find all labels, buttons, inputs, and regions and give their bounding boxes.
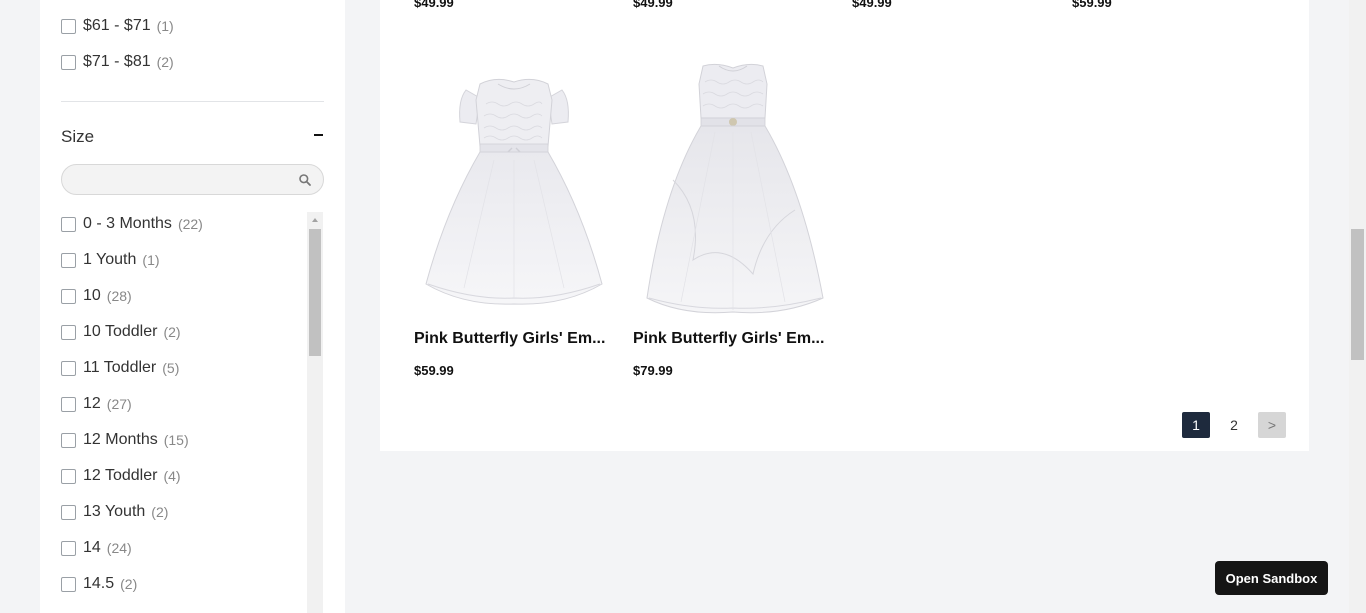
size-option-label: 14.5 (83, 575, 115, 592)
size-filter-option[interactable]: 13 Youth (2) (61, 502, 168, 522)
product-card[interactable]: Pink Butterfly Girls' Em... $79.99 (633, 60, 833, 378)
size-checkbox[interactable] (61, 576, 76, 592)
product-price: $49.99 (414, 0, 454, 10)
page-scrollbar[interactable] (1349, 0, 1366, 613)
size-checkbox[interactable] (61, 288, 76, 304)
product-price: $49.99 (633, 0, 673, 10)
size-option-label: 12 (83, 395, 101, 412)
size-option-count: (2) (120, 576, 138, 592)
product-price: $49.99 (852, 0, 892, 10)
size-filter-option[interactable]: 12 (27) (61, 394, 132, 414)
size-filter-option[interactable]: 12 Months (15) (61, 430, 189, 450)
size-checkbox[interactable] (61, 252, 76, 268)
size-option-count: (27) (106, 396, 132, 412)
size-option-label: 10 Toddler (83, 323, 158, 340)
size-filter-option[interactable]: 0 - 3 Months (22) (61, 214, 203, 234)
price-option-label: $61 - $71 (83, 17, 151, 34)
size-checkbox[interactable] (61, 216, 76, 232)
size-option-count: (28) (106, 288, 132, 304)
size-checkbox[interactable] (61, 360, 76, 376)
price-checkbox[interactable] (61, 18, 76, 34)
price-option-count: (1) (156, 18, 174, 34)
size-option-count: (2) (163, 324, 181, 340)
size-checkbox[interactable] (61, 504, 76, 520)
scroll-up-arrow-icon[interactable] (307, 212, 323, 228)
price-filter-option[interactable]: $71 - $81 (2) (61, 52, 174, 72)
size-option-count: (2) (151, 504, 169, 520)
size-option-label: 11 Toddler (83, 359, 157, 376)
price-option-count: (2) (156, 54, 174, 70)
product-price: $79.99 (633, 363, 673, 378)
size-option-count: (15) (163, 432, 189, 448)
size-checkbox[interactable] (61, 324, 76, 340)
size-option-label: 14 (83, 539, 101, 556)
size-option-label: 12 Months (83, 431, 158, 448)
product-price: $59.99 (1072, 0, 1112, 10)
size-checkbox[interactable] (61, 540, 76, 556)
size-filter-option[interactable]: 10 Toddler (2) (61, 322, 181, 342)
size-option-count: (24) (106, 540, 132, 556)
price-option-label: $71 - $81 (83, 53, 151, 70)
size-filter-title: Size (61, 127, 95, 146)
size-checkbox[interactable] (61, 468, 76, 484)
size-option-label: 0 - 3 Months (83, 215, 172, 232)
size-option-count: (22) (177, 216, 203, 232)
size-options-list: 0 - 3 Months (22) 1 Youth (1) 10 (28) 10… (40, 212, 323, 613)
open-sandbox-button[interactable]: Open Sandbox (1215, 561, 1328, 595)
product-image[interactable] (414, 60, 614, 318)
size-filter-option[interactable]: 12 Toddler (4) (61, 466, 181, 486)
minus-icon (314, 134, 323, 136)
size-option-label: 13 Youth (83, 503, 146, 520)
product-title[interactable]: Pink Butterfly Girls' Em... (414, 330, 612, 348)
page-2-button[interactable]: 2 (1220, 412, 1248, 438)
product-title[interactable]: Pink Butterfly Girls' Em... (633, 330, 831, 348)
size-filter-option[interactable]: 11 Toddler (5) (61, 358, 179, 378)
price-filter-option[interactable]: $61 - $71 (1) (61, 16, 174, 36)
size-list-scrollbar[interactable] (307, 212, 323, 613)
size-filter-option[interactable]: 10 (28) (61, 286, 132, 306)
product-grid: $49.99 $49.99 $49.99 $59.99 Pink Butterf… (380, 0, 1309, 451)
product-image[interactable] (633, 60, 833, 318)
filter-divider (61, 101, 324, 102)
size-filter-option[interactable]: 14 (24) (61, 538, 132, 558)
size-checkbox[interactable] (61, 432, 76, 448)
filter-sidebar: $61 - $71 (1) $71 - $81 (2) Size 0 - 3 M… (40, 0, 345, 613)
pagination: 1 2 > (1182, 412, 1286, 438)
size-filter-option[interactable]: 1 Youth (1) (61, 250, 160, 270)
size-filter-option[interactable]: 14.5 (2) (61, 574, 137, 594)
scrollbar-thumb[interactable] (309, 229, 321, 356)
page-scrollbar-thumb[interactable] (1351, 229, 1364, 360)
size-option-label: 1 Youth (83, 251, 137, 268)
product-card[interactable]: Pink Butterfly Girls' Em... $59.99 (414, 60, 614, 378)
size-option-label: 10 (83, 287, 101, 304)
product-price: $59.99 (414, 363, 454, 378)
search-icon[interactable] (298, 173, 312, 187)
size-option-label: 12 Toddler (83, 467, 158, 484)
size-option-count: (1) (142, 252, 160, 268)
price-checkbox[interactable] (61, 54, 76, 70)
size-option-count: (5) (162, 360, 180, 376)
page-1-button[interactable]: 1 (1182, 412, 1210, 438)
size-option-count: (4) (163, 468, 181, 484)
size-checkbox[interactable] (61, 396, 76, 412)
size-search-box (61, 164, 324, 195)
size-search-input[interactable] (74, 171, 294, 189)
collapse-size-button[interactable] (312, 126, 326, 146)
next-page-button[interactable]: > (1258, 412, 1286, 438)
